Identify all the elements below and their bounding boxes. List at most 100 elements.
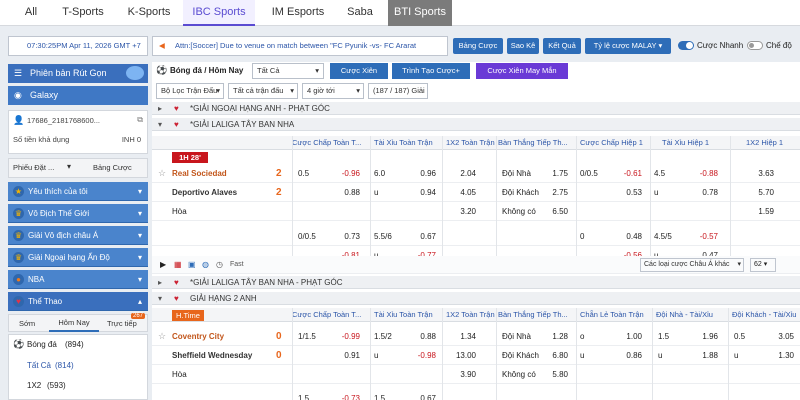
odds-value[interactable]: -0.98 xyxy=(410,346,436,365)
copy-icon[interactable]: ⧉ xyxy=(137,115,143,125)
odds-value[interactable]: -0.88 xyxy=(688,164,718,183)
column-header: Tài Xỉu Hiệp 1 xyxy=(662,138,710,147)
tab-live[interactable]: Trực tiếp xyxy=(107,319,137,328)
tab-bet-list[interactable]: Bảng Cược xyxy=(93,163,132,172)
odds-type-select[interactable]: Tỷ lệ cược MALAY ▾ xyxy=(585,38,671,54)
odds-value[interactable]: -0.73 xyxy=(332,389,360,400)
odds-value[interactable]: 1.30 xyxy=(770,346,794,365)
tab-all[interactable]: All xyxy=(14,0,48,26)
tab-ibc-sports[interactable]: IBC Sports xyxy=(183,0,255,26)
odds-value[interactable]: 0.53 xyxy=(614,183,642,202)
tab-k-sports[interactable]: K-Sports xyxy=(122,0,176,26)
other-markets-select[interactable]: Các loại cược Châu Á khác ▾ xyxy=(640,258,744,272)
odds-value[interactable]: 1.75 xyxy=(544,164,568,183)
odds-value[interactable]: 3.20 xyxy=(448,202,476,221)
odds-value[interactable]: -0.57 xyxy=(688,227,718,246)
sidebar-category[interactable]: ♛ Giải Vô địch châu Á ▾ xyxy=(8,226,148,245)
league-header[interactable]: ▾ ♥ GIẢI HẠNG 2 ANH xyxy=(152,292,800,305)
tab-today[interactable]: Hôm Nay xyxy=(49,315,99,332)
column-header: Đội Khách - Tài/Xỉu xyxy=(732,310,797,319)
odds-value[interactable]: 3.63 xyxy=(746,164,774,183)
stats-icon[interactable]: ▦ xyxy=(174,256,182,275)
sidebar-category[interactable]: ● NBA ▾ xyxy=(8,270,148,289)
other-markets-count[interactable]: 62 ▾ xyxy=(750,258,776,272)
fast-bet-toggle[interactable] xyxy=(678,41,694,50)
field-icon[interactable]: ▣ xyxy=(188,256,196,275)
odds-value[interactable]: 1.28 xyxy=(544,327,568,346)
all-matches-select[interactable]: Tất cả trận đấu ▾ xyxy=(228,83,298,99)
tab-saba[interactable]: Saba xyxy=(340,0,380,26)
tab-im-esports[interactable]: IM Esports xyxy=(264,0,332,26)
odds-value[interactable]: 0.48 xyxy=(614,227,642,246)
odds-value[interactable]: 3.90 xyxy=(448,365,476,384)
odds-value[interactable]: 0.94 xyxy=(410,183,436,202)
chart-icon[interactable]: ◍ xyxy=(202,256,209,275)
sidebar-category[interactable]: ♛ Giải Ngoại hạng Ấn Độ ▾ xyxy=(8,248,148,267)
odds-value[interactable]: 1.00 xyxy=(614,327,642,346)
odds-value[interactable]: 5.80 xyxy=(544,365,568,384)
odds-value[interactable]: 0.67 xyxy=(410,227,436,246)
cashout-version-button[interactable]: ☰ Phiên bản Rút Gọn xyxy=(8,64,148,83)
pin-icon[interactable]: ♥ xyxy=(174,118,179,131)
star-icon[interactable]: ☆ xyxy=(158,327,166,346)
sport-name[interactable]: Bóng đá xyxy=(27,340,57,349)
market-all[interactable]: Tất Cả xyxy=(27,361,51,370)
odds-value[interactable]: 2.04 xyxy=(448,164,476,183)
odds-value[interactable]: 0.88 xyxy=(332,183,360,202)
odds-value[interactable]: 0.91 xyxy=(332,346,360,365)
odds-value[interactable]: -0.99 xyxy=(332,327,360,346)
galaxy-button[interactable]: ◉ Galaxy xyxy=(8,86,148,105)
odds-value[interactable]: 13.00 xyxy=(448,346,476,365)
sidebar-category[interactable]: ★ Yêu thích của tôi ▾ xyxy=(8,182,148,201)
pin-icon[interactable]: ♥ xyxy=(174,292,179,305)
results-button[interactable]: Kết Quả xyxy=(543,38,581,54)
league-header[interactable]: ▸ ♥ *GIẢI NGOẠI HẠNG ANH - PHẠT GÓC xyxy=(152,102,800,115)
tab-early[interactable]: Sớm xyxy=(19,319,35,328)
odds-value[interactable]: 1.34 xyxy=(448,327,476,346)
league-count-select[interactable]: (187 / 187) Giải xyxy=(368,83,428,99)
odds-value[interactable]: 0.73 xyxy=(332,227,360,246)
parlay-button[interactable]: Cược Xiên xyxy=(330,63,388,79)
bet-list-button[interactable]: Bảng Cược xyxy=(453,38,503,54)
sidebar-category[interactable]: ♛ Vô Địch Thế Giới ▾ xyxy=(8,204,148,223)
odds-value[interactable]: 0.78 xyxy=(688,183,718,202)
odds-value[interactable]: 5.70 xyxy=(746,183,774,202)
notice-marquee[interactable]: ◀ Attn:[Soccer] Due to venue on match be… xyxy=(152,36,448,56)
hours-select[interactable]: 4 giờ tới ▾ xyxy=(302,83,364,99)
tab-bti-sports[interactable]: BTI Sports xyxy=(388,0,452,26)
chevron-down-icon[interactable]: ▾ xyxy=(67,162,71,171)
odds-value[interactable]: -0.61 xyxy=(614,164,642,183)
match-filter-select[interactable]: Bộ Lọc Trận Đấu ▾ xyxy=(156,83,224,99)
odds-value[interactable]: 3.05 xyxy=(770,327,794,346)
pin-icon[interactable]: ♥ xyxy=(174,276,179,289)
play-icon[interactable]: ▶ xyxy=(160,256,166,275)
under-label: u xyxy=(734,351,739,360)
market-1x2[interactable]: 1X2 xyxy=(27,381,41,390)
odds-value[interactable]: 0.86 xyxy=(614,346,642,365)
filter-select[interactable]: Tất Cả ▾ xyxy=(252,63,324,79)
odds-value[interactable]: 2.75 xyxy=(544,183,568,202)
odds-value[interactable]: 1.59 xyxy=(746,202,774,221)
odds-value[interactable]: -0.96 xyxy=(332,164,360,183)
tab-bet-slip[interactable]: Phiếu Đặt ... xyxy=(13,163,54,172)
star-icon[interactable]: ☆ xyxy=(158,164,166,183)
bet-builder-button[interactable]: Trình Tạo Cược+ xyxy=(392,63,470,79)
league-header[interactable]: ▾ ♥ *GIẢI LALIGA TÂY BAN NHA xyxy=(152,118,800,131)
league-header[interactable]: ▸ ♥ *GIẢI LALIGA TÂY BAN NHA - PHẠT GÓC xyxy=(152,276,800,289)
odds-value[interactable]: 6.50 xyxy=(544,202,568,221)
odds-value[interactable]: 6.80 xyxy=(544,346,568,365)
sidebar-category[interactable]: ♥ Thể Thao ▴ xyxy=(8,292,148,311)
clock-icon[interactable]: ◷ xyxy=(216,256,223,275)
lucky-parlay-button[interactable]: Cược Xiên May Mắn xyxy=(476,63,568,79)
odds-value[interactable]: 0.67 xyxy=(410,389,436,400)
statement-button[interactable]: Sao Kê xyxy=(507,38,539,54)
odds-value[interactable]: 4.05 xyxy=(448,183,476,202)
tab-t-sports[interactable]: T-Sports xyxy=(58,0,108,26)
odds-value[interactable]: 1.96 xyxy=(694,327,718,346)
odds-value[interactable]: 0.96 xyxy=(410,164,436,183)
mode-toggle[interactable] xyxy=(747,41,763,50)
odds-value[interactable]: 1.88 xyxy=(694,346,718,365)
odds-value[interactable]: 0.88 xyxy=(410,327,436,346)
chevron-down-icon: ▾ xyxy=(737,261,741,268)
pin-icon[interactable]: ♥ xyxy=(174,102,179,115)
